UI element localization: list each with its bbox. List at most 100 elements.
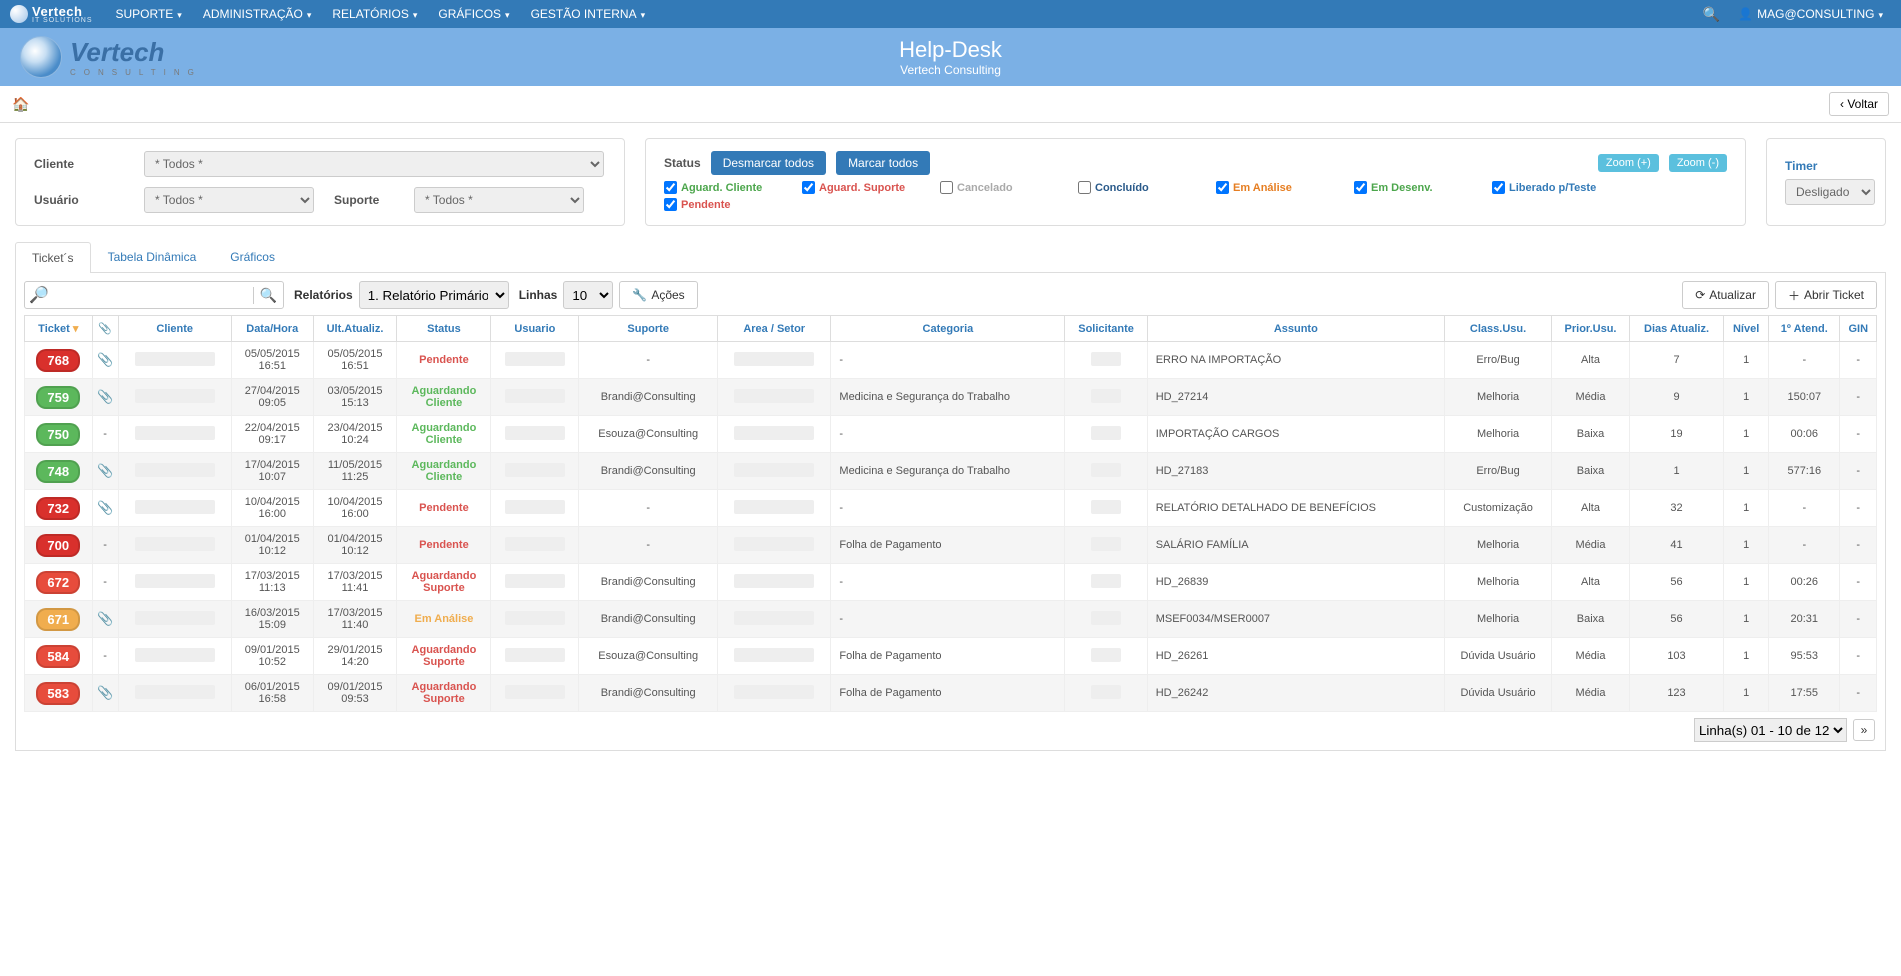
ticket-badge[interactable]: 700 [36, 534, 80, 557]
ticket-badge[interactable]: 748 [36, 460, 80, 483]
table-row[interactable]: 584-09/01/201510:5229/01/201514:20Aguard… [25, 638, 1877, 675]
status-checkbox[interactable] [1216, 181, 1229, 194]
app-logo: Vertech CONSULTING [20, 36, 202, 78]
brand[interactable]: Vertech IT SOLUTIONS [10, 4, 93, 24]
status-cb-7[interactable]: Pendente [664, 198, 784, 211]
table-row[interactable]: 672-17/03/201511:1317/03/201511:41Aguard… [25, 564, 1877, 601]
col-header-8[interactable]: Area / Setor [718, 316, 831, 342]
col-header-11[interactable]: Assunto [1147, 316, 1444, 342]
status-cell: AguardandoCliente [397, 453, 491, 490]
attachment-icon[interactable]: 📎 [97, 500, 113, 515]
table-row[interactable]: 671📎16/03/201515:0917/03/201511:40Em Aná… [25, 601, 1877, 638]
table-row[interactable]: 583📎06/01/201516:5809/01/201509:53Aguard… [25, 675, 1877, 712]
tab-0[interactable]: Ticket´s [15, 242, 91, 273]
cliente-cell [135, 611, 215, 625]
col-header-10[interactable]: Solicitante [1065, 316, 1147, 342]
nav-item-1[interactable]: ADMINISTRAÇÃO [195, 3, 320, 25]
pager-next-button[interactable]: » [1853, 719, 1875, 741]
ticket-badge[interactable]: 750 [36, 423, 80, 446]
col-header-16[interactable]: 1º Atend. [1769, 316, 1840, 342]
col-header-4[interactable]: Ult.Atualiz. [313, 316, 397, 342]
attachment-icon[interactable]: 📎 [97, 389, 113, 404]
attachment-icon[interactable]: 📎 [97, 611, 113, 626]
suporte-cell: - [579, 342, 718, 379]
ticket-badge[interactable]: 672 [36, 571, 80, 594]
col-header-17[interactable]: GIN [1840, 316, 1877, 342]
ticket-badge[interactable]: 584 [36, 645, 80, 668]
table-row[interactable]: 732📎10/04/201516:0010/04/201516:00Penden… [25, 490, 1877, 527]
table-row[interactable]: 700-01/04/201510:1201/04/201510:12Penden… [25, 527, 1877, 564]
status-cb-0[interactable]: Aguard. Cliente [664, 181, 784, 194]
table-row[interactable]: 750-22/04/201509:1723/04/201510:24Aguard… [25, 416, 1877, 453]
mark-all-button[interactable]: Marcar todos [836, 151, 930, 175]
ticket-badge[interactable]: 583 [36, 682, 80, 705]
col-header-12[interactable]: Class.Usu. [1444, 316, 1551, 342]
col-header-13[interactable]: Prior.Usu. [1552, 316, 1630, 342]
search-go-icon[interactable]: 🔍 [253, 287, 283, 304]
pager-select[interactable]: Linha(s) 01 - 10 de 12 [1694, 718, 1847, 742]
atend-cell: - [1769, 490, 1840, 527]
ticket-badge[interactable]: 732 [36, 497, 80, 520]
col-header-5[interactable]: Status [397, 316, 491, 342]
status-cb-4[interactable]: Em Análise [1216, 181, 1336, 194]
user-menu[interactable]: 👤 MAG@CONSULTING [1730, 3, 1891, 25]
back-button[interactable]: ‹ Voltar [1829, 92, 1889, 116]
abrir-ticket-button[interactable]: ＋ Abrir Ticket [1775, 281, 1877, 309]
status-cb-3[interactable]: Concluído [1078, 181, 1198, 194]
status-checkbox[interactable] [1354, 181, 1367, 194]
col-header-2[interactable]: Cliente [118, 316, 231, 342]
status-cb-2[interactable]: Cancelado [940, 181, 1060, 194]
status-checkbox[interactable] [1492, 181, 1505, 194]
col-header-0[interactable]: Ticket ▾ [25, 316, 93, 342]
table-row[interactable]: 768📎05/05/201516:5105/05/201516:51Penden… [25, 342, 1877, 379]
linhas-select[interactable]: 10 [563, 281, 613, 309]
status-checkbox[interactable] [940, 181, 953, 194]
nivel-cell: 1 [1724, 564, 1769, 601]
cliente-select[interactable]: * Todos * [144, 151, 604, 177]
search-box: 🔎 🔍 [24, 281, 284, 309]
zoom-in-button[interactable]: Zoom (+) [1598, 154, 1659, 172]
ticket-badge[interactable]: 768 [36, 349, 80, 372]
attachment-icon[interactable]: 📎 [97, 685, 113, 700]
usuario-select[interactable]: * Todos * [144, 187, 314, 213]
filters-row: Cliente * Todos * Usuário * Todos * Supo… [0, 123, 1901, 241]
status-checkbox[interactable] [664, 198, 677, 211]
nav-item-3[interactable]: GRÁFICOS [430, 3, 517, 25]
col-header-3[interactable]: Data/Hora [231, 316, 313, 342]
col-header-7[interactable]: Suporte [579, 316, 718, 342]
acoes-label: Ações [651, 288, 684, 302]
status-cb-5[interactable]: Em Desenv. [1354, 181, 1474, 194]
col-header-14[interactable]: Dias Atualiz. [1629, 316, 1723, 342]
search-input[interactable] [53, 282, 253, 308]
col-header-15[interactable]: Nível [1724, 316, 1769, 342]
attachment-icon[interactable]: 📎 [97, 352, 113, 367]
col-header-6[interactable]: Usuario [491, 316, 579, 342]
status-checkbox[interactable] [1078, 181, 1091, 194]
status-checkbox[interactable] [802, 181, 815, 194]
atualizar-button[interactable]: ⟳ Atualizar [1682, 281, 1769, 309]
ticket-badge[interactable]: 759 [36, 386, 80, 409]
status-checkbox[interactable] [664, 181, 677, 194]
nav-item-2[interactable]: RELATÓRIOS [324, 3, 425, 25]
priorusu-cell: Baixa [1552, 453, 1630, 490]
search-icon[interactable]: 🔍 [1703, 6, 1720, 23]
timer-select[interactable]: Desligado [1785, 179, 1875, 205]
status-cb-1[interactable]: Aguard. Suporte [802, 181, 922, 194]
col-header-9[interactable]: Categoria [831, 316, 1065, 342]
acoes-button[interactable]: 🔧 Ações [619, 281, 697, 309]
zoom-out-button[interactable]: Zoom (-) [1669, 154, 1727, 172]
unmark-all-button[interactable]: Desmarcar todos [711, 151, 826, 175]
col-header-1[interactable]: 📎 [92, 316, 118, 342]
tab-1[interactable]: Tabela Dinâmica [91, 241, 214, 272]
home-icon[interactable]: 🏠 [12, 96, 29, 113]
tab-2[interactable]: Gráficos [213, 241, 292, 272]
relatorios-select[interactable]: 1. Relatório Primário [359, 281, 509, 309]
ticket-badge[interactable]: 671 [36, 608, 80, 631]
status-cb-6[interactable]: Liberado p/Teste [1492, 181, 1612, 194]
table-row[interactable]: 748📎17/04/201510:0711/05/201511:25Aguard… [25, 453, 1877, 490]
table-row[interactable]: 759📎27/04/201509:0503/05/201515:13Aguard… [25, 379, 1877, 416]
nav-item-0[interactable]: SUPORTE [108, 3, 190, 25]
suporte-select[interactable]: * Todos * [414, 187, 584, 213]
nav-item-4[interactable]: GESTÃO INTERNA [523, 3, 654, 25]
attachment-icon[interactable]: 📎 [97, 463, 113, 478]
